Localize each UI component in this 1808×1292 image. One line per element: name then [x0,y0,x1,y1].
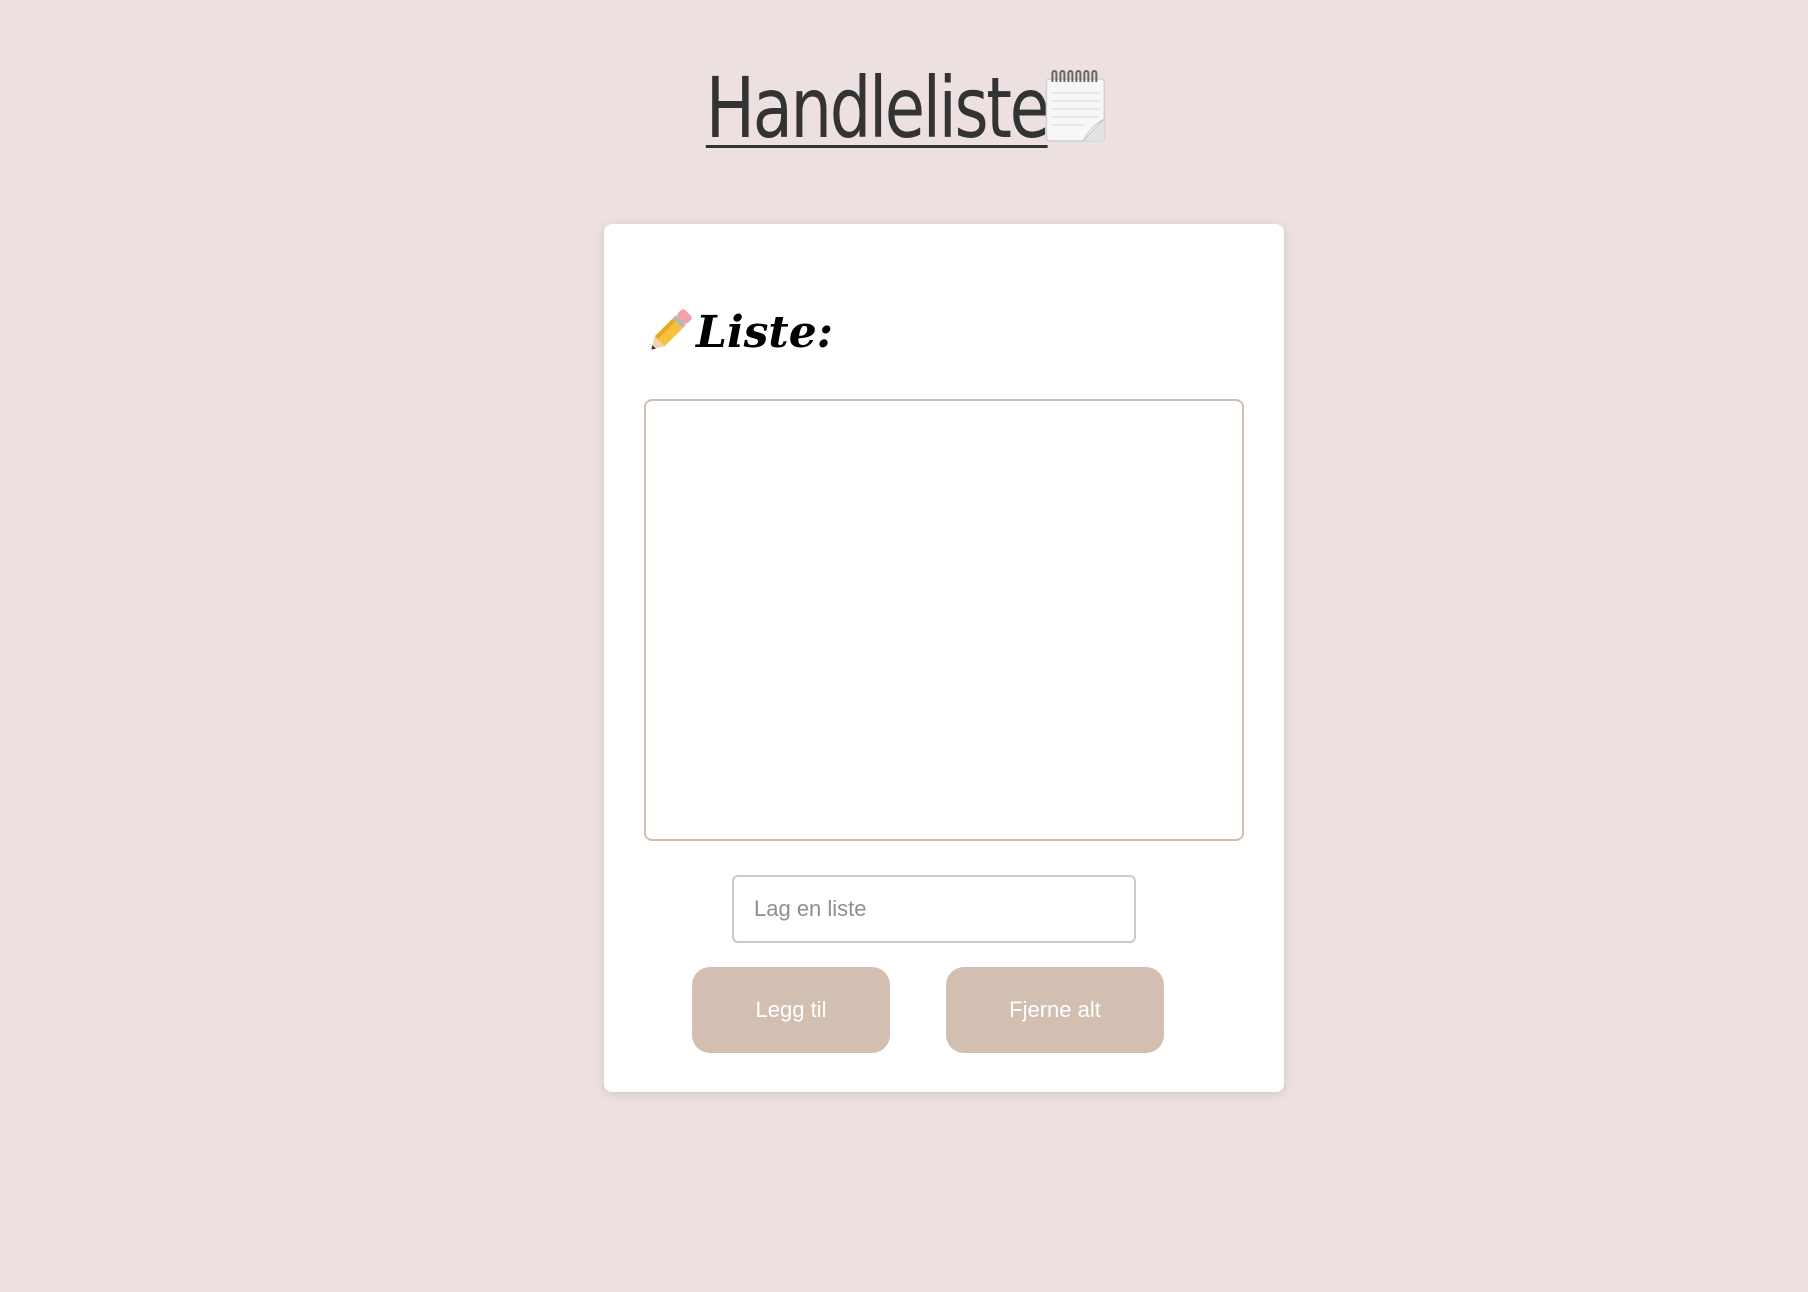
notepad-icon [1044,69,1110,143]
page-title: Handleliste [199,58,1609,158]
list-heading: Liste: [644,302,833,362]
list-heading-label: Liste: [696,306,833,358]
add-button[interactable]: Legg til [692,967,890,1053]
pencil-icon [644,307,694,357]
shopping-list-card: Liste: Legg til Fjerne alt [604,224,1284,1092]
shopping-list[interactable] [644,399,1244,841]
clear-all-button[interactable]: Fjerne alt [946,967,1164,1053]
page-title-text: Handleliste [705,59,1050,157]
list-item-input[interactable] [732,875,1136,943]
